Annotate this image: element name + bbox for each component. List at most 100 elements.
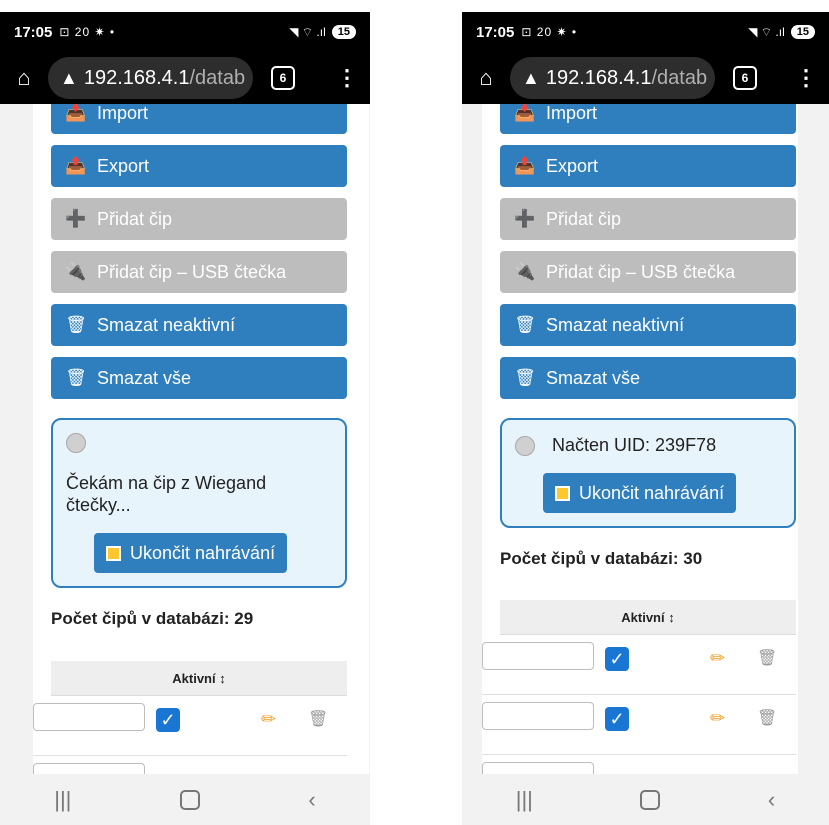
export-button[interactable]: 📤 Export (51, 145, 347, 187)
table-header-active[interactable]: Aktivní ↕ (500, 600, 796, 635)
table-row: ✓ ✏ 🗑 (33, 695, 347, 756)
url-host: 192.168.4.1 (83, 66, 190, 89)
import-icon: 📥 (514, 104, 536, 122)
delete-all-button[interactable]: 🗑 Smazat vše (500, 357, 796, 399)
add-chip-usb-button[interactable]: 🔌 Přidat čip – USB čtečka (500, 251, 796, 293)
delete-inactive-button[interactable]: 🗑 Smazat neaktivní (51, 304, 347, 346)
back-icon[interactable]: ‹ (308, 787, 315, 813)
recent-apps-icon[interactable]: ||| (54, 787, 71, 813)
add-chip-usb-button[interactable]: 🔌 Přidat čip – USB čtečka (51, 251, 347, 293)
delete-all-button[interactable]: 🗑 Smazat vše (51, 357, 347, 399)
page-content: 📥 Import 📤 Export ➕ Přidat čip 🔌 Přidat … (462, 104, 829, 774)
button-label: Export (546, 155, 599, 176)
chip-uid-input[interactable] (33, 763, 145, 774)
chip-uid-input[interactable] (482, 642, 594, 670)
active-checkbox[interactable]: ✓ (605, 647, 629, 671)
phone-screen-right: 17:05 ⊡ 20 ✷ • ◥ ⌔ .ıl 15 ⌂ ▲ 192.168.4.… (462, 12, 829, 825)
button-label: Přidat čip – USB čtečka (97, 261, 287, 282)
button-label: Smazat vše (546, 367, 641, 388)
button-label: Přidat čip (546, 208, 622, 229)
back-icon[interactable]: ‹ (768, 787, 775, 813)
button-label: Ukončit nahrávání (579, 482, 725, 503)
recent-apps-icon[interactable]: ||| (516, 787, 533, 813)
edit-icon[interactable]: ✏ (710, 708, 725, 729)
button-label: Smazat neaktivní (546, 314, 685, 335)
stop-recording-button[interactable]: Ukončit nahrávání (94, 533, 288, 573)
button-label: Přidat čip – USB čtečka (546, 261, 736, 282)
edit-icon[interactable]: ✏ (710, 648, 725, 669)
page-content: 📥 Import 📤 Export ➕ Přidat čip 🔌 Přidat … (0, 104, 370, 774)
phone-screen-left: 17:05 ⊡ 20 ✷ • ◥ ⌔ .ıl 15 ⌂ ▲ 192.168.4.… (0, 12, 370, 825)
trash-icon: 🗑 (514, 368, 536, 387)
android-nav-bar: ||| ‹ (0, 774, 370, 825)
browser-toolbar: ⌂ ▲ 192.168.4.1/datab 6 ⋮ (0, 52, 370, 104)
signal-icon: ◥ ⌔ .ıl (748, 24, 785, 39)
delete-icon[interactable]: 🗑 (757, 708, 777, 728)
plus-icon: ➕ (514, 209, 536, 228)
export-button[interactable]: 📤 Export (500, 145, 796, 187)
signal-icon: ◥ ⌔ .ıl (289, 24, 326, 39)
delete-icon[interactable]: 🗑 (308, 709, 328, 729)
button-label: Export (97, 155, 150, 176)
chip-uid-input[interactable] (482, 702, 594, 730)
uid-loaded-message: Načten UID: 239F78 (552, 435, 717, 455)
nav-home-icon[interactable] (179, 789, 200, 810)
status-indicator (66, 433, 86, 453)
add-chip-button[interactable]: ➕ Přidat čip (51, 198, 347, 240)
status-indicator (515, 436, 535, 456)
plus-icon: ➕ (65, 209, 87, 228)
url-path: /datab (651, 66, 708, 89)
import-button[interactable]: 📥 Import (51, 104, 347, 134)
status-time: 17:05 (14, 23, 53, 41)
chip-uid-input[interactable] (33, 703, 145, 731)
home-icon[interactable]: ⌂ (12, 65, 36, 91)
plug-icon: 🔌 (514, 262, 536, 281)
plug-icon: 🔌 (65, 262, 87, 281)
button-label: Smazat neaktivní (97, 314, 236, 335)
stop-recording-button[interactable]: Ukončit nahrávání (543, 473, 737, 513)
battery-icon: 15 (790, 25, 815, 39)
delete-inactive-button[interactable]: 🗑 Smazat neaktivní (500, 304, 796, 346)
wiegand-panel: Načten UID: 239F78 Ukončit nahrávání (500, 418, 796, 528)
table-row: ✓ ✏ 🗑 (482, 694, 796, 755)
active-checkbox[interactable]: ✓ (605, 707, 629, 731)
delete-icon[interactable]: 🗑 (757, 648, 777, 668)
home-icon[interactable]: ⌂ (474, 65, 498, 91)
button-label: Import (546, 104, 598, 123)
menu-icon[interactable]: ⋮ (795, 65, 817, 91)
button-label: Přidat čip (97, 208, 173, 229)
tabs-icon[interactable]: 6 (733, 66, 757, 90)
address-bar[interactable]: ▲ 192.168.4.1/datab (510, 57, 715, 99)
stop-icon (106, 545, 121, 561)
status-bar: 17:05 ⊡ 20 ✷ • ◥ ⌔ .ıl 15 (0, 12, 370, 52)
chip-count: Počet čipů v databázi: 30 (500, 549, 703, 568)
status-time: 17:05 (476, 23, 515, 41)
address-bar[interactable]: ▲ 192.168.4.1/datab (48, 57, 253, 99)
battery-icon: 15 (331, 25, 356, 39)
table-header-active[interactable]: Aktivní ↕ (51, 661, 347, 696)
menu-icon[interactable]: ⋮ (336, 65, 358, 91)
edit-icon[interactable]: ✏ (261, 709, 276, 730)
trash-icon: 🗑 (514, 315, 536, 334)
button-label: Smazat vše (97, 367, 192, 388)
button-label: Ukončit nahrávání (130, 542, 276, 563)
tabs-icon[interactable]: 6 (271, 66, 295, 90)
chip-uid-input[interactable] (482, 762, 594, 774)
nav-home-icon[interactable] (640, 789, 661, 810)
active-checkbox[interactable]: ✓ (156, 708, 180, 732)
trash-icon: 🗑 (65, 315, 87, 334)
wiegand-message: Čekám na čip z Wiegand čtečky... (66, 473, 267, 515)
table-row: ✓ ✏ 🗑 (482, 634, 796, 695)
trash-icon: 🗑 (65, 368, 87, 387)
export-icon: 📤 (65, 156, 87, 175)
notification-icons: ⊡ 20 ✷ • (521, 25, 578, 39)
chip-count: Počet čipů v databázi: 29 (51, 609, 254, 628)
import-icon: 📥 (65, 104, 87, 122)
table-row (33, 755, 347, 774)
import-button[interactable]: 📥 Import (500, 104, 796, 134)
status-bar: 17:05 ⊡ 20 ✷ • ◥ ⌔ .ıl 15 (462, 12, 829, 52)
page-card: 📥 Import 📤 Export ➕ Přidat čip 🔌 Přidat … (482, 104, 798, 774)
add-chip-button[interactable]: ➕ Přidat čip (500, 198, 796, 240)
android-nav-bar: ||| ‹ (462, 774, 829, 825)
wiegand-panel: Čekám na čip z Wiegand čtečky... Ukončit… (51, 418, 347, 588)
